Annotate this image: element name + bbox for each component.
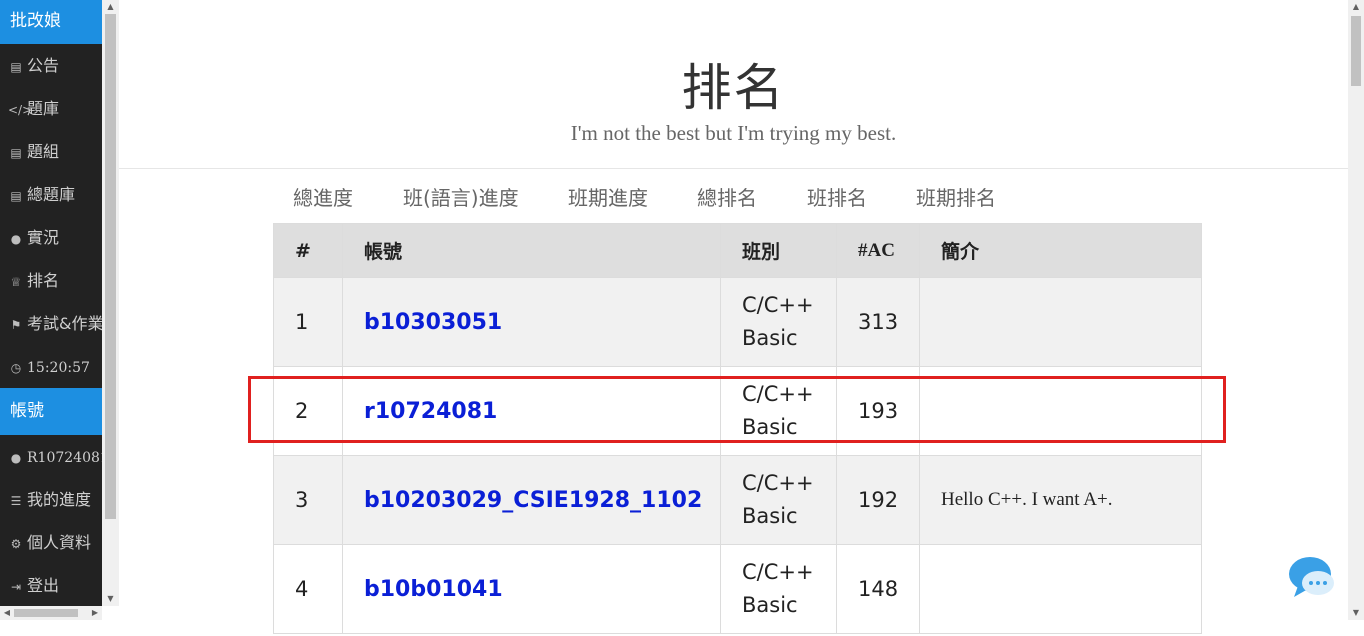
sidebar-item-username[interactable]: ● R10724081 bbox=[0, 435, 102, 478]
header-divider bbox=[119, 168, 1348, 169]
sidebar-item-problem-sets[interactable]: ▤ 題組 bbox=[0, 130, 102, 173]
sidebar-item-label: 考試&作業 bbox=[27, 314, 102, 333]
flag-icon: ⚑ bbox=[10, 318, 22, 332]
class-line: C/C++ bbox=[742, 293, 814, 317]
column-header-class: 班別 bbox=[720, 223, 837, 278]
sidebar-horizontal-scrollbar[interactable]: ◀ ▶ bbox=[0, 606, 102, 620]
tasks-icon: ☰ bbox=[10, 494, 22, 508]
class-line: Basic bbox=[742, 326, 798, 350]
class-line: C/C++ bbox=[742, 471, 814, 495]
tab-class-ranking[interactable]: 班排名 bbox=[807, 182, 867, 211]
intro-cell bbox=[919, 544, 1202, 634]
clock-icon: ◷ bbox=[10, 361, 22, 375]
rank-cell: 4 bbox=[273, 544, 343, 634]
rank-cell: 3 bbox=[273, 455, 343, 545]
sidebar-item-live[interactable]: ● 實況 bbox=[0, 216, 102, 259]
highlight-box bbox=[248, 376, 1226, 443]
rank-cell: 1 bbox=[273, 277, 343, 367]
scroll-down-arrow-icon[interactable]: ▼ bbox=[1348, 606, 1364, 620]
sidebar-item-all-problems[interactable]: ▤ 總題庫 bbox=[0, 173, 102, 216]
sidebar-item-label: 我的進度 bbox=[27, 490, 92, 509]
page-subtitle: I'm not the best but I'm trying my best. bbox=[570, 121, 897, 145]
user-icon: ● bbox=[10, 451, 22, 465]
sidebar-item-clock: ◷ 15:20:57 bbox=[0, 345, 102, 388]
sidebar-item-label: 題庫 bbox=[27, 99, 60, 118]
user-link[interactable]: b10203029_CSIE1928_1102 bbox=[342, 455, 721, 545]
table-row: 3 b10203029_CSIE1928_1102 C/C++ Basic 192… bbox=[273, 455, 1202, 545]
table-row: 1 b10303051 C/C++ Basic 313 bbox=[273, 277, 1202, 367]
main-content: 排名 I'm not the best but I'm trying my be… bbox=[119, 0, 1348, 636]
column-header-account: 帳號 bbox=[342, 223, 721, 278]
class-cell: C/C++ Basic bbox=[720, 455, 837, 545]
scroll-right-arrow-icon[interactable]: ▶ bbox=[88, 606, 102, 620]
sidebar-item-exams[interactable]: ⚑ 考試&作業 bbox=[0, 302, 102, 345]
clock-time: 15:20:57 bbox=[27, 360, 90, 376]
sidebar-item-announcements[interactable]: ▤ 公告 bbox=[0, 44, 102, 87]
chat-bubble-icon bbox=[1289, 557, 1334, 597]
list-alt-icon: ▤ bbox=[10, 146, 22, 160]
scrollbar-thumb[interactable] bbox=[14, 609, 78, 617]
page-vertical-scrollbar[interactable]: ▲ ▼ bbox=[1348, 0, 1364, 620]
user-link[interactable]: b10b01041 bbox=[342, 544, 721, 634]
sidebar-item-label: 實況 bbox=[27, 228, 60, 247]
scrollbar-thumb[interactable] bbox=[1351, 16, 1361, 86]
class-line: Basic bbox=[742, 593, 798, 617]
sidebar-item-label: 題組 bbox=[27, 142, 60, 161]
scroll-left-arrow-icon[interactable]: ◀ bbox=[0, 606, 14, 620]
circle-icon: ● bbox=[10, 232, 22, 246]
column-header-intro: 簡介 bbox=[919, 223, 1202, 278]
account-header: 帳號 bbox=[0, 388, 102, 435]
scroll-up-arrow-icon[interactable]: ▲ bbox=[102, 0, 119, 14]
ac-count-cell: 148 bbox=[836, 544, 920, 634]
tab-total-progress[interactable]: 總進度 bbox=[293, 182, 353, 211]
sidebar-vertical-scrollbar[interactable]: ▲ ▼ bbox=[102, 0, 119, 606]
sidebar-item-label: 排名 bbox=[27, 271, 60, 290]
sidebar-item-label: 登出 bbox=[27, 576, 60, 595]
intro-cell bbox=[919, 277, 1202, 367]
chat-button[interactable] bbox=[1288, 554, 1336, 598]
sidebar-item-profile[interactable]: ⚙ 個人資料 bbox=[0, 521, 102, 564]
user-link[interactable]: b10303051 bbox=[342, 277, 721, 367]
archive-icon: ▤ bbox=[10, 60, 22, 74]
scroll-up-arrow-icon[interactable]: ▲ bbox=[1348, 0, 1364, 14]
ac-count-cell: 192 bbox=[836, 455, 920, 545]
class-cell: C/C++ Basic bbox=[720, 544, 837, 634]
username-label: R10724081 bbox=[27, 450, 102, 466]
sidebar-item-label: 公告 bbox=[27, 56, 60, 75]
intro-cell: Hello C++. I want A+. bbox=[919, 455, 1202, 545]
scroll-down-arrow-icon[interactable]: ▼ bbox=[102, 592, 119, 606]
column-header-rank: # bbox=[273, 223, 343, 278]
brand-logo[interactable]: 批改娘 bbox=[0, 0, 102, 44]
trophy-icon: ♕ bbox=[10, 275, 22, 289]
tab-class-term-progress[interactable]: 班期進度 bbox=[568, 182, 648, 211]
sidebar-item-label: 總題庫 bbox=[27, 185, 76, 204]
class-line: C/C++ bbox=[742, 560, 814, 584]
sidebar-item-logout[interactable]: ⇥ 登出 bbox=[0, 564, 102, 606]
sidebar-item-problems[interactable]: </>題庫 bbox=[0, 87, 102, 130]
page-title: 排名 bbox=[681, 59, 786, 117]
class-cell: C/C++ Basic bbox=[720, 277, 837, 367]
cogs-icon: ⚙ bbox=[10, 537, 22, 551]
scrollbar-thumb[interactable] bbox=[105, 14, 116, 519]
code-icon: </> bbox=[8, 103, 33, 117]
list-alt-icon: ▤ bbox=[10, 189, 22, 203]
table-row: 4 b10b01041 C/C++ Basic 148 bbox=[273, 544, 1202, 634]
tab-class-term-ranking[interactable]: 班期排名 bbox=[916, 182, 996, 211]
sidebar: 批改娘 ▤ 公告 </>題庫 ▤ 題組 ▤ 總題庫 ● 實況 ♕ 排名 ⚑ 考試&作業 ◷ 1… bbox=[0, 0, 102, 606]
class-line: Basic bbox=[742, 504, 798, 528]
sidebar-item-ranking[interactable]: ♕ 排名 bbox=[0, 259, 102, 302]
ac-count-cell: 313 bbox=[836, 277, 920, 367]
tab-total-ranking[interactable]: 總排名 bbox=[697, 182, 757, 211]
sidebar-item-label: 個人資料 bbox=[27, 533, 92, 552]
sign-out-icon: ⇥ bbox=[10, 580, 22, 594]
tab-class-language-progress[interactable]: 班(語言)進度 bbox=[403, 182, 519, 211]
table-header-row: # 帳號 班別 #AC 簡介 bbox=[273, 223, 1202, 278]
column-header-ac: #AC bbox=[836, 223, 920, 278]
sidebar-item-my-progress[interactable]: ☰ 我的進度 bbox=[0, 478, 102, 521]
